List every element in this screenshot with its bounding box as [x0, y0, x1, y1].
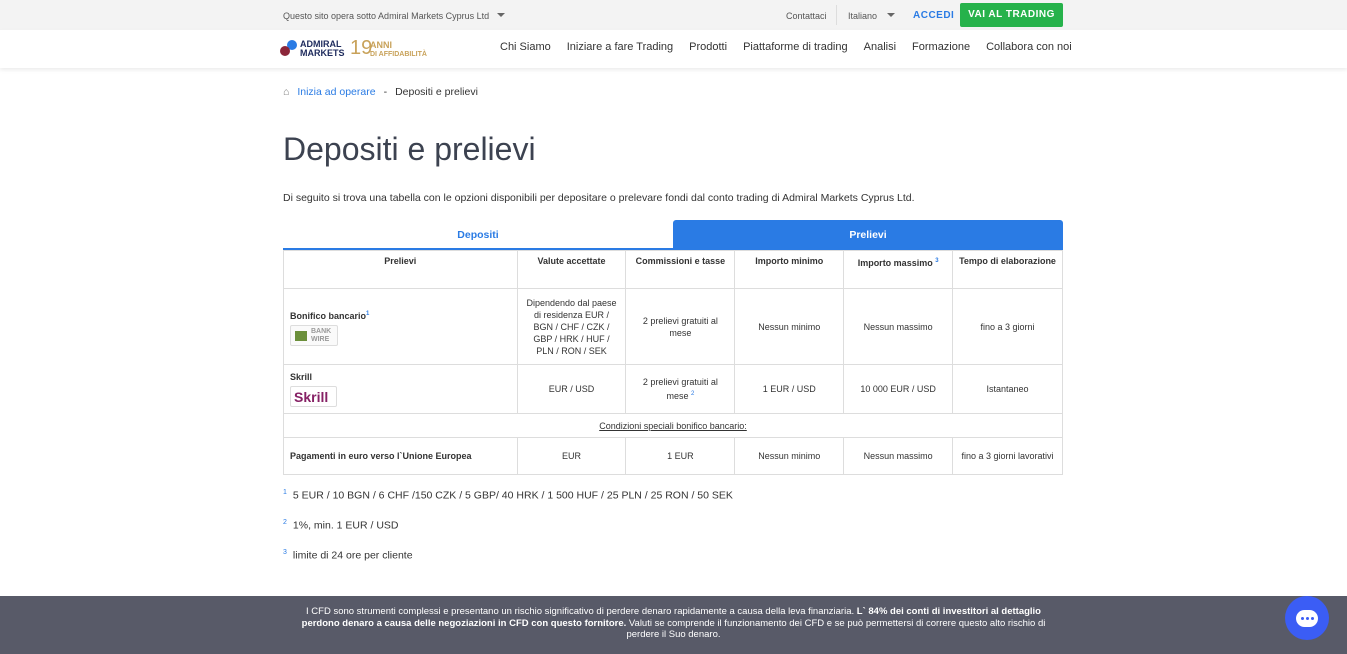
trade-button[interactable]: VAI AL TRADING	[960, 3, 1063, 27]
cell: EUR	[516, 437, 627, 475]
footnote: 2 1%, min. 1 EUR / USD	[283, 519, 399, 532]
bank-wire-logo: BANK WIRE	[290, 324, 338, 346]
col-header: Prelievi	[283, 250, 518, 289]
nav-iniziare[interactable]: Iniziare a fare Trading	[567, 41, 673, 53]
cell: Istantaneo	[952, 364, 1063, 414]
logo-years: 19	[350, 37, 373, 59]
nav-formazione[interactable]: Formazione	[912, 41, 970, 53]
language-selector[interactable]: Italiano	[848, 11, 895, 21]
table-row: Skrill Skrill EUR / USD 2 prelievi gratui…	[283, 364, 1063, 414]
cell: Nessun minimo	[734, 288, 845, 365]
cell: Nessun minimo	[734, 437, 845, 475]
page-title: Depositi e prelievi	[283, 131, 536, 167]
nav-piattaforme[interactable]: Piattaforme di trading	[743, 41, 848, 53]
logo[interactable]: ADMIRAL MARKETS 19 ANNI DI AFFIDABILITÀ	[280, 37, 430, 60]
entity-selector[interactable]: Questo sito opera sotto Admiral Markets …	[283, 11, 505, 21]
cell: EUR / USD	[516, 364, 627, 414]
cell: Dipendendo dal paese di residenza EUR / …	[516, 288, 627, 365]
cell: 10 000 EUR / USD	[843, 364, 954, 414]
special-conditions-link[interactable]: Condizioni speciali bonifico bancario:	[599, 421, 747, 431]
table-row: Pagamenti in euro verso l`Unione Europea…	[283, 437, 1063, 475]
skrill-logo: Skrill	[290, 386, 337, 407]
cell: 1 EUR	[625, 437, 736, 475]
footnote: 3 limite di 24 ore per cliente	[283, 549, 413, 562]
cell: Nessun massimo	[843, 288, 954, 365]
breadcrumb-parent[interactable]: Inizia ad operare	[297, 86, 375, 98]
nav-collabora[interactable]: Collabora con noi	[986, 41, 1072, 53]
divider	[836, 5, 837, 25]
main-nav: ADMIRAL MARKETS 19 ANNI DI AFFIDABILITÀ Ch…	[0, 30, 1347, 68]
withdrawals-table: Prelievi Valute accettate Commissioni e …	[283, 250, 1063, 475]
breadcrumb: ⌂ Inizia ad operare - Depositi e preliev…	[283, 86, 478, 98]
col-header: Valute accettate	[516, 250, 627, 289]
method-cell: Bonifico bancario1 BANK WIRE	[283, 288, 518, 365]
contact-link[interactable]: Contattaci	[786, 11, 827, 21]
nav-analisi[interactable]: Analisi	[864, 41, 896, 53]
method-cell: Skrill Skrill	[283, 364, 518, 414]
col-header: Tempo di elaborazione	[952, 250, 1063, 289]
breadcrumb-current: Depositi e prelievi	[395, 86, 478, 98]
breadcrumb-sep: -	[383, 86, 388, 98]
risk-warning-banner: I CFD sono strumenti complessi e present…	[0, 596, 1347, 654]
special-conditions: Condizioni speciali bonifico bancario:	[283, 413, 1063, 438]
col-header: Importo minimo	[734, 250, 845, 289]
cell: Nessun massimo	[843, 437, 954, 475]
nav-chi-siamo[interactable]: Chi Siamo	[500, 41, 551, 53]
tabs: Depositi Prelievi	[283, 220, 1063, 250]
logo-text: ADMIRAL MARKETS	[300, 39, 345, 58]
logo-anni: ANNI DI AFFIDABILITÀ	[370, 40, 427, 59]
method-cell: Pagamenti in euro verso l`Unione Europea	[283, 437, 518, 475]
logo-dot-red	[280, 46, 290, 56]
home-icon[interactable]: ⌂	[283, 86, 289, 98]
cell: 2 prelievi gratuiti al mese	[625, 288, 736, 365]
intro-text: Di seguito si trova una tabella con le o…	[283, 192, 915, 204]
top-bar: Questo sito opera sotto Admiral Markets …	[0, 0, 1347, 30]
login-link[interactable]: ACCEDI	[913, 10, 954, 21]
cell: fino a 3 giorni lavorativi	[952, 437, 1063, 475]
nav-prodotti[interactable]: Prodotti	[689, 41, 727, 53]
footnote: 15 EUR / 10 BGN / 6 CHF /150 CZK / 5 GBP…	[283, 489, 733, 502]
cell: 2 prelievi gratuiti al mese 2	[625, 364, 736, 414]
col-header: Importo massimo 3	[843, 250, 954, 289]
table-row: Bonifico bancario1 BANK WIRE Dipendendo d…	[283, 288, 1063, 365]
chat-button[interactable]	[1285, 596, 1329, 640]
col-header: Commissioni e tasse	[625, 250, 736, 289]
chat-icon	[1296, 609, 1318, 627]
tab-depositi[interactable]: Depositi	[283, 220, 673, 248]
cell: 1 EUR / USD	[734, 364, 845, 414]
tab-prelievi[interactable]: Prelievi	[673, 220, 1063, 248]
cell: fino a 3 giorni	[952, 288, 1063, 365]
